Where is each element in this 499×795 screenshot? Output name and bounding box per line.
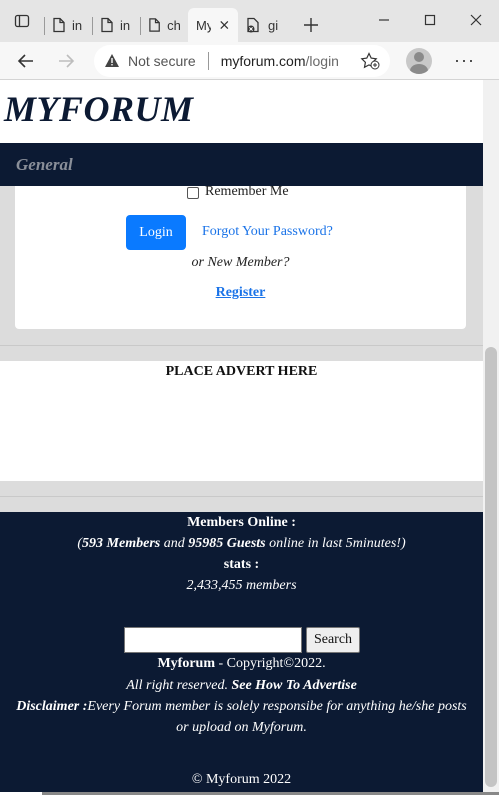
tab-1-label: in (72, 17, 83, 33)
page-icon (53, 17, 65, 33)
address-divider (207, 51, 209, 70)
tab-3[interactable]: ch (140, 8, 188, 42)
advertise-link[interactable]: See How To Advertise (231, 678, 356, 693)
back-button[interactable] (6, 44, 46, 78)
maximize-icon (424, 14, 436, 26)
add-favorite-icon[interactable] (360, 51, 380, 70)
security-label[interactable]: Not secure (128, 53, 196, 69)
tab-separator (44, 17, 45, 35)
more-menu-button[interactable]: ··· (454, 50, 475, 71)
scrollbar-thumb[interactable] (485, 347, 497, 787)
url-path: /login (305, 52, 339, 69)
minimize-button[interactable] (361, 0, 407, 40)
page-icon (149, 18, 160, 32)
copyright-text: - Copyright©2022. (214, 656, 326, 671)
disclaimer-label: Disclaimer : (16, 699, 88, 714)
new-tab-button[interactable] (294, 8, 328, 42)
divider (0, 345, 483, 346)
tab-active[interactable]: My (188, 8, 238, 42)
tab-actions-icon (14, 14, 30, 28)
tab-2[interactable]: in (92, 8, 140, 42)
stats-heading: stats : (223, 557, 260, 572)
divider (0, 496, 483, 497)
tab-separator (140, 17, 141, 35)
muted-page-icon (247, 17, 259, 33)
online-suffix: online in last 5minutes!) (265, 536, 406, 551)
site-title[interactable]: MYFORUM (4, 88, 194, 130)
tab-3-label: ch (167, 17, 180, 33)
online-guests-count: 95985 Guests (188, 536, 266, 551)
close-icon (470, 14, 482, 26)
maximize-button[interactable] (407, 0, 453, 40)
login-card: Remember Me Login Forgot Your Password? … (15, 186, 466, 329)
disclaimer-line-2: or upload on Myforum. (176, 720, 307, 735)
register-link-text[interactable]: Register (216, 285, 266, 300)
forward-arrow-icon (59, 53, 75, 68)
site-footer: Members Online : (593 Members and 95985 … (0, 512, 483, 792)
plus-icon (304, 18, 318, 32)
window-controls (361, 0, 499, 40)
remember-me-label: Remember Me (205, 186, 289, 199)
address-bar[interactable]: Not secure myforum.com/login (94, 44, 390, 77)
members-online-heading: Members Online : (187, 515, 296, 530)
search-row: Search (0, 627, 483, 653)
vertical-scrollbar[interactable] (483, 80, 499, 792)
close-window-button[interactable] (453, 0, 499, 40)
tab-5-label: gi (268, 17, 279, 33)
new-member-text: or New Member? (191, 255, 290, 270)
tab-separator (92, 17, 93, 35)
tab-actions-button[interactable] (0, 0, 44, 42)
rights-line: All right reserved. See How To Advertise (0, 678, 483, 694)
rights-text: All right reserved. (126, 678, 232, 693)
forward-button[interactable] (46, 44, 86, 78)
disclaimer-text: Every Forum member is solely responsibe … (87, 699, 467, 714)
advert-text: PLACE ADVERT HERE (165, 364, 318, 379)
browser-tab-bar: in in ch My gi (0, 0, 499, 42)
forgot-password-link[interactable]: Forgot Your Password? (202, 224, 333, 240)
bottom-copyright: © Myforum 2022 (191, 772, 292, 787)
site-nav: General (0, 143, 483, 186)
nav-item-general[interactable]: General (16, 155, 73, 175)
url-host: myforum.com (220, 52, 306, 69)
advert-box: PLACE ADVERT HERE (0, 361, 483, 481)
tab-active-label: My (196, 17, 212, 33)
page-icon (101, 17, 113, 33)
profile-avatar[interactable] (406, 47, 432, 74)
online-and: and (160, 536, 189, 551)
remember-me-checkbox[interactable] (187, 187, 199, 199)
tab-1[interactable]: in (44, 8, 92, 42)
tab-5[interactable]: gi (238, 8, 288, 42)
online-stats-line: (593 Members and 95985 Guests online in … (0, 536, 483, 552)
online-members-count: 593 Members (82, 536, 161, 551)
site-header: MYFORUM (0, 80, 483, 143)
login-button[interactable]: Login (126, 215, 186, 250)
search-button[interactable]: Search (305, 627, 361, 653)
copyright-line: Myforum - Copyright©2022. (0, 656, 483, 672)
warning-icon[interactable] (104, 53, 120, 68)
footer-brand: Myforum (157, 656, 215, 671)
remember-me-row[interactable]: Remember Me (187, 186, 289, 200)
back-arrow-icon (17, 53, 33, 68)
disclaimer-line: Disclaimer :Every Forum member is solely… (0, 699, 483, 715)
close-tab-icon[interactable] (219, 19, 230, 31)
search-input[interactable] (123, 627, 302, 653)
register-link: Register (15, 285, 466, 301)
minimize-icon (379, 19, 389, 21)
browser-toolbar: Not secure myforum.com/login ··· (0, 42, 499, 80)
page-viewport: MYFORUM General Remember Me Login Forgot… (0, 80, 483, 792)
stats-value: 2,433,455 members (186, 578, 297, 593)
tab-2-label: in (120, 17, 131, 33)
